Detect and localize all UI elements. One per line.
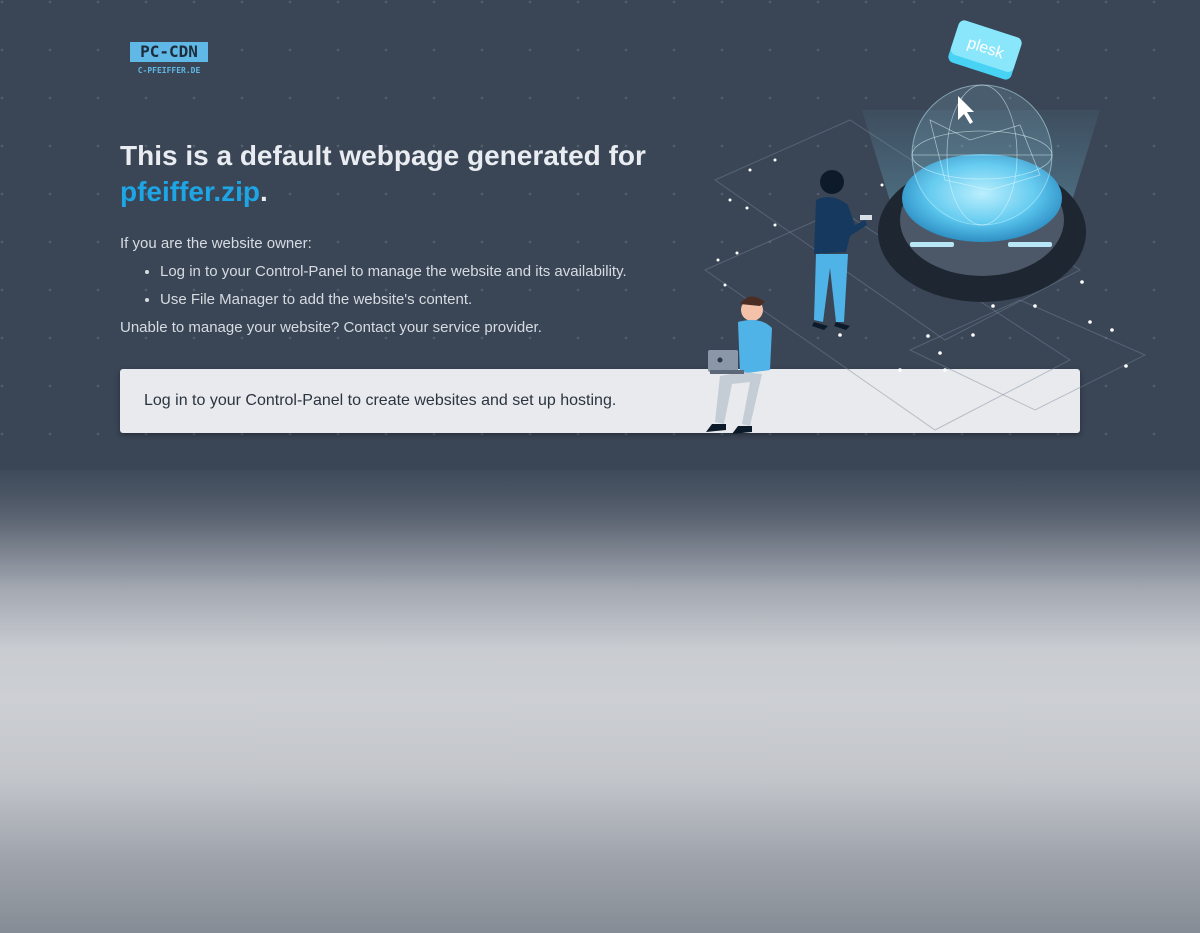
owner-list-item: Log in to your Control-Panel to manage t… [160, 258, 720, 286]
logo-subtitle: C-PFEIFFER.DE [137, 66, 201, 75]
page-title-suffix: . [260, 176, 268, 207]
page-title-prefix: This is a default webpage generated for [120, 140, 646, 171]
sitting-person [706, 296, 772, 434]
logo-title: PC-CDN [130, 42, 208, 62]
owner-list-item: Use File Manager to add the website's co… [160, 286, 720, 314]
plesk-illustration: plesk [703, 20, 1147, 434]
plesk-badge: plesk [948, 20, 1022, 80]
owner-list: Log in to your Control-Panel to manage t… [120, 258, 720, 314]
domain-name: pfeiffer.zip [120, 176, 261, 207]
owner-intro: If you are the website owner: [120, 235, 312, 252]
owner-outro: Unable to manage your website? Contact y… [120, 319, 542, 336]
background-fade [0, 440, 1200, 520]
standing-person [812, 170, 872, 330]
page-title: This is a default webpage generated for … [120, 138, 700, 210]
logo[interactable]: PC-CDN C-PFEIFFER.DE [130, 42, 208, 78]
owner-instructions: If you are the website owner: Log in to … [120, 230, 720, 342]
cta-text: Log in to your Control-Panel to create w… [144, 392, 617, 409]
